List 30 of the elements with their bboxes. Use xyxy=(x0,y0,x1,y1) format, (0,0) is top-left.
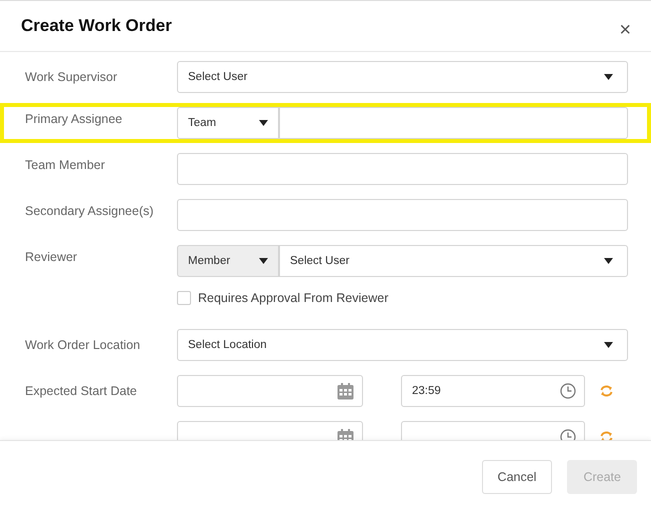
field-label: Team Member xyxy=(25,157,106,173)
dialog-title: Create Work Order xyxy=(21,16,172,36)
date-field[interactable] xyxy=(177,375,363,407)
refresh-icon[interactable] xyxy=(600,385,613,397)
calendar-icon xyxy=(337,382,354,400)
type-dropdown[interactable]: Team xyxy=(177,107,279,139)
caret-icon xyxy=(259,120,268,126)
caret-icon xyxy=(604,342,613,348)
field-label: Primary Assignee xyxy=(25,111,124,127)
checkbox[interactable] xyxy=(177,291,191,305)
refresh-icon[interactable] xyxy=(600,431,613,440)
field-label: Expected Start Date xyxy=(25,383,138,399)
field-label: Work Supervisor xyxy=(25,69,118,85)
field-label: Secondary Assignee(s) xyxy=(25,203,155,219)
time-field[interactable]: 23:59 xyxy=(401,375,585,407)
caret-icon xyxy=(604,258,613,264)
field-label: Reviewer xyxy=(25,249,78,265)
caret-icon xyxy=(259,258,268,264)
field-label: Work Order Location xyxy=(25,337,142,353)
checkbox-label: Requires Approval From Reviewer xyxy=(198,291,388,305)
input-field[interactable] xyxy=(177,199,628,231)
select-field[interactable]: Select User xyxy=(177,61,628,93)
select-field[interactable]: Select User xyxy=(279,245,628,277)
dialog-button[interactable]: Cancel xyxy=(482,460,552,494)
clock-icon xyxy=(560,383,576,399)
input-field[interactable] xyxy=(177,153,628,185)
caret-icon xyxy=(604,74,613,80)
input-field[interactable] xyxy=(279,107,628,139)
select-field[interactable]: Select Location xyxy=(177,329,628,361)
close-button[interactable]: × xyxy=(615,18,635,42)
